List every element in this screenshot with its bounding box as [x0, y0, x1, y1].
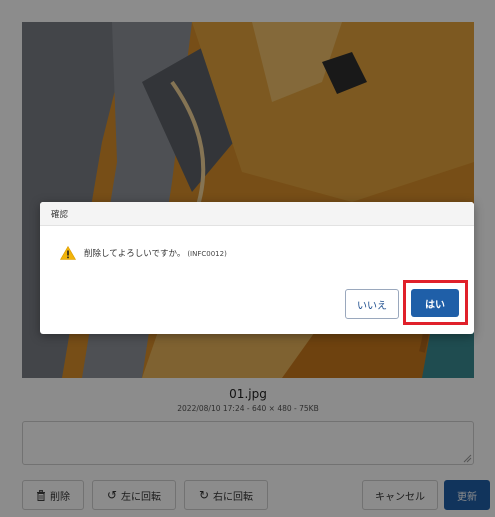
- yes-button-highlight: [403, 280, 468, 325]
- warning-icon: [60, 246, 76, 260]
- dialog-message: 削除してよろしいですか。 (INFC0012): [84, 247, 227, 259]
- dialog-message-text: 削除してよろしいですか。: [84, 249, 186, 259]
- dialog-title: 確認: [51, 209, 69, 220]
- no-button[interactable]: いいえ: [345, 289, 399, 319]
- dialog-message-code: (INFC0012): [187, 250, 227, 258]
- dialog-header: 確認: [40, 202, 474, 226]
- confirm-dialog: 確認 削除してよろしいですか。 (INFC0012) いいえ はい: [40, 202, 474, 334]
- dialog-body: 削除してよろしいですか。 (INFC0012): [60, 246, 227, 260]
